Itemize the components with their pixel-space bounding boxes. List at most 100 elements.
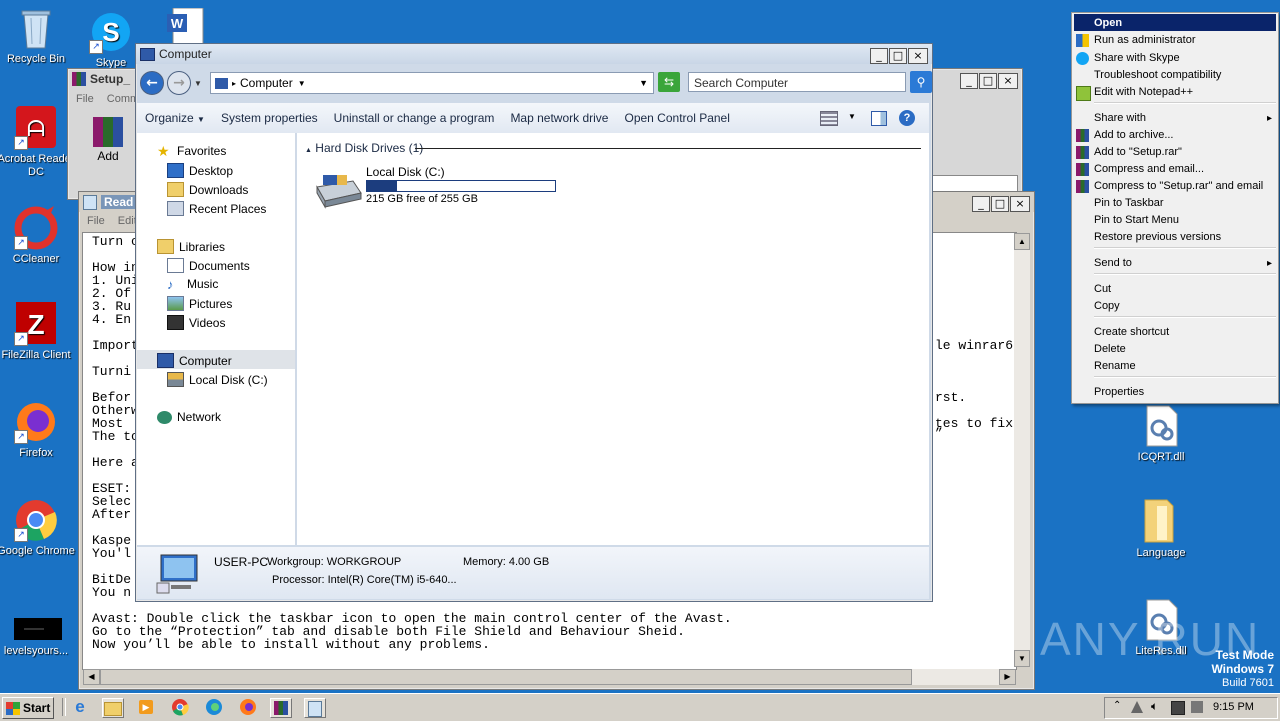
edge-icon[interactable] [204,698,224,716]
nav-local-disk[interactable]: Local Disk (C:) [167,372,268,387]
notepad-taskbar-icon[interactable] [304,698,326,718]
forward-button[interactable]: → [167,71,191,95]
maximize-button[interactable]: □ [889,48,907,64]
scroll-left-arrow-icon[interactable]: ◀ [83,669,100,685]
menu-file[interactable]: File [87,215,105,227]
firefox-taskbar-icon[interactable] [238,698,258,716]
context-menu-item-rename[interactable]: Rename [1094,358,1136,375]
collapse-arrow-icon[interactable]: ▲ [305,147,312,154]
context-menu-item-edit-with-notepad[interactable]: Edit with Notepad++ [1094,84,1193,101]
context-menu-item-restore-previous-versions[interactable]: Restore previous versions [1094,229,1221,246]
action-center-icon[interactable] [1131,701,1143,713]
breadcrumb-arrow-icon[interactable]: ▸ [232,79,236,88]
explorer-titlebar[interactable]: Computer [136,44,932,64]
breadcrumb-dropdown-icon[interactable]: ▼ [298,79,306,88]
desktop-icon-chrome[interactable]: ↗ Google Chrome [0,498,75,558]
media-player-icon[interactable]: ▶ [136,698,156,716]
context-menu-item-add-to-archive[interactable]: Add to archive... [1094,127,1174,144]
network-tray-icon[interactable] [1171,701,1185,715]
context-menu[interactable]: Open Run as administrator Share with Skype… [1071,12,1279,404]
open-control-panel-button[interactable]: Open Control Panel [616,111,737,125]
desktop-icon-language[interactable]: Language [1122,496,1200,560]
view-dropdown-icon[interactable]: ▼ [848,112,856,121]
context-menu-item-open[interactable]: Open [1094,15,1122,32]
address-bar[interactable]: ▸ Computer ▼ ▼ [210,72,654,94]
nav-downloads[interactable]: Downloads [167,182,248,197]
history-dropdown-icon[interactable]: ▼ [194,79,202,88]
flag-icon[interactable] [1191,701,1203,713]
scroll-right-arrow-icon[interactable]: ▶ [999,669,1016,685]
horizontal-scrollbar[interactable]: ◀ ▶ [83,669,1016,685]
volume-icon[interactable]: 🔈︎ [1151,699,1158,714]
drive-item[interactable]: Local Disk (C:) 215 GB free of 255 GB [313,165,573,209]
chrome-taskbar-icon[interactable] [170,698,190,716]
context-menu-item-share-with[interactable]: Share with [1094,110,1146,127]
nav-favorites[interactable]: ★ Favorites [157,144,226,159]
system-properties-button[interactable]: System properties [213,111,326,125]
desktop-icon-ccleaner[interactable]: ↗ CCleaner [0,206,75,266]
minimize-button[interactable]: _ [960,73,978,89]
search-input[interactable]: Search Computer [688,72,906,92]
tray-expand-icon[interactable]: ⌃ [1113,700,1121,711]
close-button[interactable]: × [908,48,928,64]
desktop-icon-acrobat[interactable]: ᗩ ↗ Acrobat Reader DC [0,106,75,179]
context-menu-item-send-to[interactable]: Send to [1094,255,1132,272]
scroll-up-arrow-icon[interactable]: ▲ [1014,233,1030,250]
nav-documents[interactable]: Documents [167,258,250,273]
back-button[interactable]: ← [140,71,164,95]
menu-file[interactable]: File [76,93,94,105]
context-menu-item-pin-to-taskbar[interactable]: Pin to Taskbar [1094,195,1164,212]
context-menu-item-delete[interactable]: Delete [1094,341,1126,358]
preview-pane-icon[interactable] [871,111,887,126]
context-menu-item-add-to-setup-rar[interactable]: Add to "Setup.rar" [1094,144,1182,161]
desktop-icon-recycle-bin[interactable]: Recycle Bin [0,6,75,66]
nav-recent-places[interactable]: Recent Places [167,201,266,216]
group-header[interactable]: ▲ Hard Disk Drives (1) [305,141,423,155]
maximize-button[interactable]: □ [991,196,1009,212]
map-network-drive-button[interactable]: Map network drive [502,111,616,125]
content-pane[interactable]: ▲ Hard Disk Drives (1) Local Disk (C:) 2… [297,133,929,545]
minimize-button[interactable]: _ [972,196,990,212]
nav-computer[interactable]: Computer [157,353,232,368]
address-dropdown-icon[interactable]: ▼ [639,78,648,88]
context-menu-item-run-as-administrator[interactable]: Run as administrator [1094,32,1196,49]
nav-videos[interactable]: Videos [167,315,225,330]
organize-button[interactable]: Organize ▼ [137,111,213,125]
ie-icon[interactable]: e [70,698,90,716]
minimize-button[interactable]: _ [870,48,888,64]
navigation-pane[interactable]: ★ Favorites Desktop Downloads Recent Plac… [137,133,296,545]
desktop-icon-firefox[interactable]: ↗ Firefox [0,400,75,460]
explorer-window[interactable]: Computer _ □ × ← → ▼ ▸ Computer ▼ ▼ ⇆ Se… [135,43,933,602]
nav-desktop[interactable]: Desktop [167,163,233,178]
vertical-scrollbar[interactable]: ▲ ▼ [1014,233,1030,667]
nav-libraries[interactable]: Libraries [157,239,225,254]
desktop-icon-filezilla[interactable]: Z ↗ FileZilla Client [0,302,75,362]
help-icon[interactable]: ? [899,110,915,126]
breadcrumb-computer[interactable]: Computer [240,76,293,90]
close-button[interactable]: × [998,73,1018,89]
clock[interactable]: 9:15 PM [1213,701,1254,713]
context-menu-item-properties[interactable]: Properties [1094,384,1144,401]
winrar-taskbar-icon[interactable] [270,698,292,718]
uninstall-program-button[interactable]: Uninstall or change a program [326,111,503,125]
desktop-icon-levelsyours[interactable]: levelsyours... [0,616,75,658]
context-menu-item-share-with-skype[interactable]: Share with Skype [1094,50,1180,67]
scroll-thumb[interactable] [100,669,912,685]
context-menu-item-troubleshoot-compatibility[interactable]: Troubleshoot compatibility [1094,67,1221,84]
maximize-button[interactable]: □ [979,73,997,89]
word-document-icon[interactable]: W [165,7,209,45]
close-button[interactable]: × [1010,196,1030,212]
context-menu-item-create-shortcut[interactable]: Create shortcut [1094,324,1169,341]
context-menu-item-cut[interactable]: Cut [1094,281,1111,298]
start-button[interactable]: Start [2,697,54,719]
context-menu-item-compress-and-email[interactable]: Compress and email... [1094,161,1204,178]
explorer-taskbar-icon[interactable] [102,698,124,718]
refresh-button[interactable]: ⇆ [658,72,680,92]
nav-pictures[interactable]: Pictures [167,296,232,311]
desktop-icon-icqrt[interactable]: ICQRT.dll [1122,404,1200,464]
search-icon[interactable]: ⚲ [910,71,932,93]
menu-edit[interactable]: Edit [118,215,137,227]
view-options-icon[interactable] [820,111,838,126]
context-menu-item-pin-to-start-menu[interactable]: Pin to Start Menu [1094,212,1179,229]
nav-music[interactable]: ♪ Music [167,277,218,291]
